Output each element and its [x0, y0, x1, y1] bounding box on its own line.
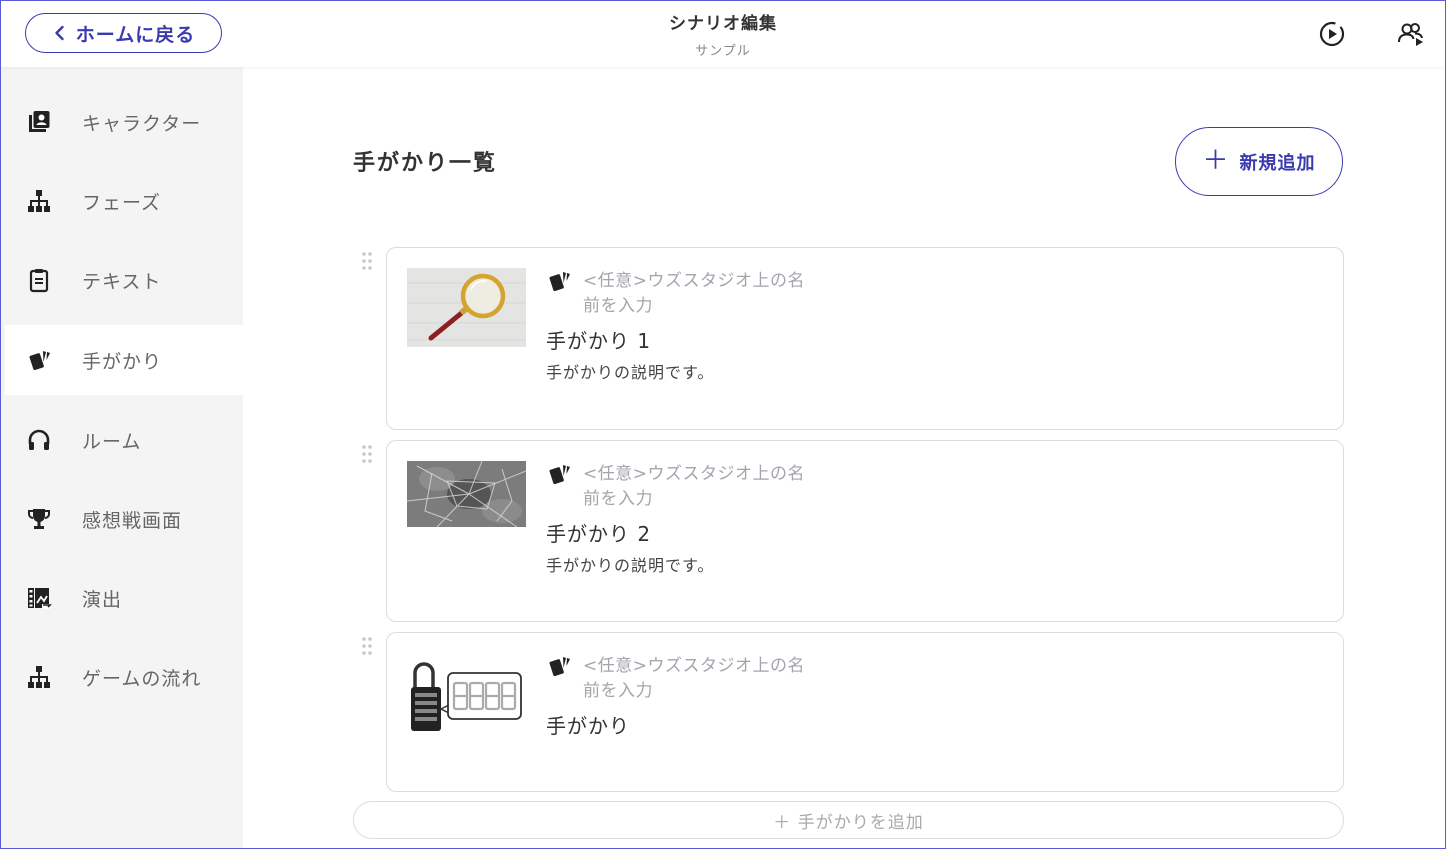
drag-handle[interactable] — [360, 635, 374, 657]
clue-name: 手がかり — [546, 714, 630, 738]
play-circle-icon[interactable] — [1317, 19, 1347, 49]
clue-card[interactable]: <任意>ウズスタジオ上の名前を入力 手がかり — [386, 632, 1344, 792]
sitemap-icon — [25, 663, 53, 691]
sidebar-item-label: テキスト — [82, 270, 162, 293]
clipboard-icon — [25, 266, 53, 294]
drag-handle[interactable] — [360, 250, 374, 272]
plus-icon: ＋ — [1202, 145, 1230, 176]
scenario-name: サンプル — [695, 44, 751, 59]
padlock-code-image — [407, 659, 526, 734]
clue-image[interactable] — [407, 659, 526, 734]
add-new-label: 新規追加 — [1239, 152, 1316, 174]
headphones-icon — [25, 426, 53, 454]
section-title: 手がかり一覧 — [353, 151, 498, 176]
sidebar: キャラクター フェーズ テキスト 手がかり ルーム 感想戦画面 演出 ゲームの流… — [1, 67, 243, 848]
page-title: シナリオ編集 — [669, 14, 777, 34]
sidebar-item-label: 演出 — [82, 588, 123, 611]
uzu-name-placeholder[interactable]: <任意>ウズスタジオ上の名前を入力 — [583, 269, 813, 319]
clue-image[interactable] — [407, 461, 526, 527]
sidebar-item-phase[interactable]: フェーズ — [5, 166, 243, 236]
cards-icon — [25, 346, 53, 374]
sidebar-item-label: ゲームの流れ — [82, 667, 202, 690]
trophy-icon — [25, 505, 53, 533]
sidebar-item-game-flow[interactable]: ゲームの流れ — [5, 642, 243, 712]
clue-description: 手がかりの説明です。 — [546, 363, 715, 382]
uzu-name-placeholder[interactable]: <任意>ウズスタジオ上の名前を入力 — [583, 462, 813, 512]
magnifying-glass-image — [407, 268, 526, 347]
add-clue-button[interactable]: ＋ 手がかりを追加 — [353, 801, 1344, 839]
main-content: 手がかり一覧 ＋ 新規追加 <任意>ウズスタジオ上の名前を入力 手がかり 1 手… — [243, 67, 1445, 848]
clue-card[interactable]: <任意>ウズスタジオ上の名前を入力 手がかり 2 手がかりの説明です。 — [386, 440, 1344, 622]
cards-icon — [546, 461, 572, 487]
cards-icon — [546, 653, 572, 679]
film-icon — [25, 584, 53, 612]
cracked-glass-image — [407, 461, 526, 527]
sidebar-item-label: ルーム — [82, 430, 142, 453]
app-window: ホームに戻る シナリオ編集 サンプル キャラクター フェーズ テキスト 手がかり… — [0, 0, 1446, 849]
sitemap-icon — [25, 187, 53, 215]
sidebar-item-label: 手がかり — [82, 350, 163, 373]
uzu-name-placeholder[interactable]: <任意>ウズスタジオ上の名前を入力 — [583, 654, 813, 704]
sidebar-item-character[interactable]: キャラクター — [5, 87, 243, 157]
drag-handle-icon — [362, 637, 372, 655]
clue-description: 手がかりの説明です。 — [546, 556, 715, 575]
sidebar-item-label: フェーズ — [82, 191, 162, 214]
cards-icon — [546, 268, 572, 294]
drag-handle-icon — [362, 445, 372, 463]
users-icon[interactable] — [1396, 19, 1426, 49]
add-new-button[interactable]: ＋ 新規追加 — [1175, 127, 1343, 196]
clue-name: 手がかり 1 — [546, 329, 652, 353]
sidebar-item-room[interactable]: ルーム — [5, 405, 243, 475]
clue-image[interactable] — [407, 268, 526, 347]
sidebar-item-direction[interactable]: 演出 — [5, 563, 243, 633]
sidebar-item-text[interactable]: テキスト — [5, 245, 243, 315]
sidebar-item-clues[interactable]: 手がかり — [5, 325, 243, 395]
clue-name: 手がかり 2 — [546, 522, 652, 546]
sidebar-item-label: 感想戦画面 — [82, 509, 183, 532]
sidebar-item-review[interactable]: 感想戦画面 — [5, 484, 243, 554]
clue-card[interactable]: <任意>ウズスタジオ上の名前を入力 手がかり 1 手がかりの説明です。 — [386, 247, 1344, 430]
drag-handle[interactable] — [360, 443, 374, 465]
sidebar-item-label: キャラクター — [82, 112, 202, 135]
drag-handle-icon — [362, 252, 372, 270]
portrait-icon — [25, 108, 53, 136]
top-header: ホームに戻る シナリオ編集 サンプル — [1, 1, 1445, 67]
page-heading: シナリオ編集 サンプル — [1, 9, 1445, 59]
